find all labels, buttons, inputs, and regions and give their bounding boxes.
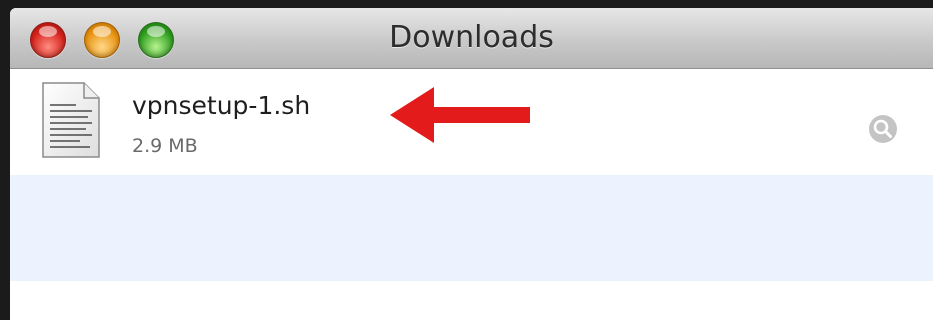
- list-item: [10, 281, 933, 320]
- download-file-name[interactable]: vpnsetup-1.sh: [132, 91, 310, 120]
- downloads-window: Downloads vpnsetup-1.sh 2.9 MB: [10, 8, 933, 320]
- window-title: Downloads: [389, 20, 554, 55]
- screen: Downloads vpnsetup-1.sh 2.9 MB: [0, 0, 933, 320]
- title-bar[interactable]: Downloads: [10, 8, 933, 69]
- magnifier-reveal-icon[interactable]: [868, 114, 898, 144]
- shell-script-document-icon: [42, 82, 100, 158]
- red-arrow-annotation: [390, 87, 530, 143]
- list-item: [10, 175, 933, 281]
- download-file-size: 2.9 MB: [132, 135, 198, 157]
- downloads-list: vpnsetup-1.sh 2.9 MB: [10, 69, 933, 320]
- download-item[interactable]: vpnsetup-1.sh 2.9 MB: [10, 69, 933, 175]
